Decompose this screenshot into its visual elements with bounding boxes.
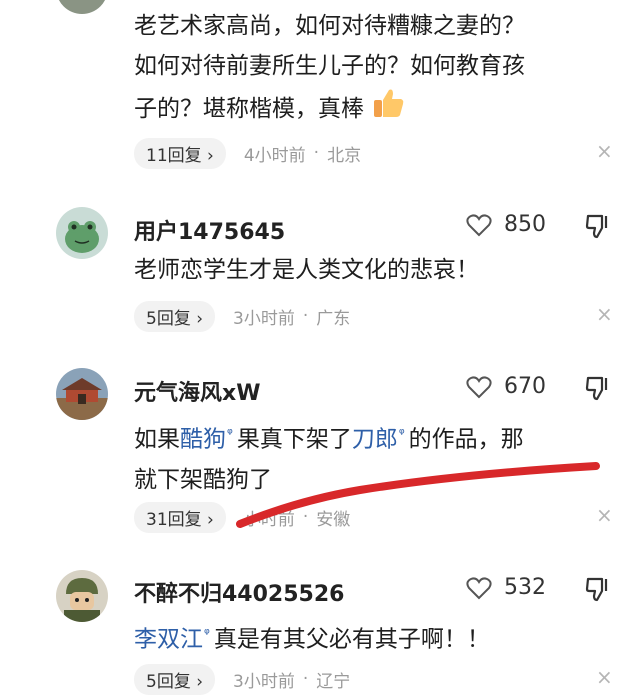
reply-count-button[interactable]: 31回复 › [134, 501, 226, 533]
like-button[interactable]: 670 [466, 374, 546, 399]
username[interactable]: 不醉不归44025526 [134, 576, 344, 608]
timestamp: 3小时前 [233, 308, 295, 329]
location: 辽宁 [316, 671, 351, 692]
comment-line: 老艺术家高尚，如何对待糟糠之妻的？ [134, 13, 525, 39]
search-icon[interactable]: ᵠ [204, 626, 210, 642]
dislike-button[interactable] [584, 575, 612, 607]
comment-line: 如果酷狗ᵠ 果真下架了刀郎ᵠ 的作品，那 [134, 426, 524, 453]
avatar[interactable] [56, 368, 108, 420]
avatar[interactable] [56, 207, 108, 259]
heart-outline-icon [466, 213, 492, 236]
thumbs-down-icon [585, 376, 608, 401]
username[interactable]: 用户1475645 [134, 214, 285, 246]
search-icon[interactable]: ᵠ [399, 426, 405, 442]
location: 安徽 [316, 509, 351, 530]
thumbs-down-icon [585, 577, 608, 602]
like-button[interactable]: 850 [466, 212, 546, 237]
search-icon[interactable]: ᵠ [227, 426, 233, 442]
like-count: 850 [504, 212, 546, 237]
close-icon[interactable]: × [596, 139, 613, 163]
search-link[interactable]: 酷狗 [180, 427, 226, 453]
avatar[interactable] [56, 0, 108, 14]
reply-count-button[interactable]: 11回复 › [134, 137, 226, 169]
location: 北京 [327, 145, 362, 166]
comment-meta: 5回复 › 3小时前 · 广东 [134, 300, 351, 332]
comment-body: 老师恋学生才是人类文化的悲哀！ [134, 257, 479, 283]
reply-count-button[interactable]: 5回复 › [134, 300, 216, 332]
username[interactable]: 元气海风xW [134, 375, 260, 407]
close-icon[interactable]: × [596, 665, 613, 689]
dislike-button[interactable] [584, 374, 612, 406]
thumbs-up-emoji-icon [371, 86, 405, 133]
reply-count-button[interactable]: 5回复 › [134, 663, 216, 695]
heart-outline-icon [466, 375, 492, 398]
heart-outline-icon [466, 576, 492, 599]
comment-meta: 5回复 › 3小时前 · 辽宁 [134, 663, 351, 695]
comment-body: 老艺术家高尚，如何对待糟糠之妻的？ 如何对待前妻所生儿子的？如何教育孩 子的？堪… [134, 6, 604, 133]
thumbs-down-icon [585, 214, 608, 239]
comment-line: 如何对待前妻所生儿子的？如何教育孩 [134, 53, 525, 79]
timestamp: 3小时前 [233, 671, 295, 692]
location: 广东 [316, 308, 351, 329]
close-icon[interactable]: × [596, 302, 613, 326]
close-icon[interactable]: × [596, 503, 613, 527]
search-link[interactable]: 刀郎 [352, 427, 398, 453]
comment-meta: 11回复 › 4小时前 · 北京 [134, 137, 362, 169]
timestamp: 4小时前 [243, 145, 306, 166]
search-link[interactable]: 李双江 [134, 627, 203, 653]
timestamp: 小时前 [243, 509, 295, 530]
comment-meta: 31回复 › 小时前 · 安徽 [134, 501, 351, 533]
comment-body: 李双江ᵠ 真是有其父必有其子啊！！ [134, 626, 490, 653]
like-count: 532 [504, 575, 546, 600]
dislike-button[interactable] [584, 212, 612, 244]
comment-line: 就下架酷狗了 [134, 466, 272, 493]
like-count: 670 [504, 374, 546, 399]
like-button[interactable]: 532 [466, 575, 546, 600]
comment-line: 子的？堪称楷模，真棒 [134, 86, 604, 133]
comment-body: 如果酷狗ᵠ 果真下架了刀郎ᵠ 的作品，那 就下架酷狗了 [134, 414, 604, 500]
avatar[interactable] [56, 570, 108, 622]
